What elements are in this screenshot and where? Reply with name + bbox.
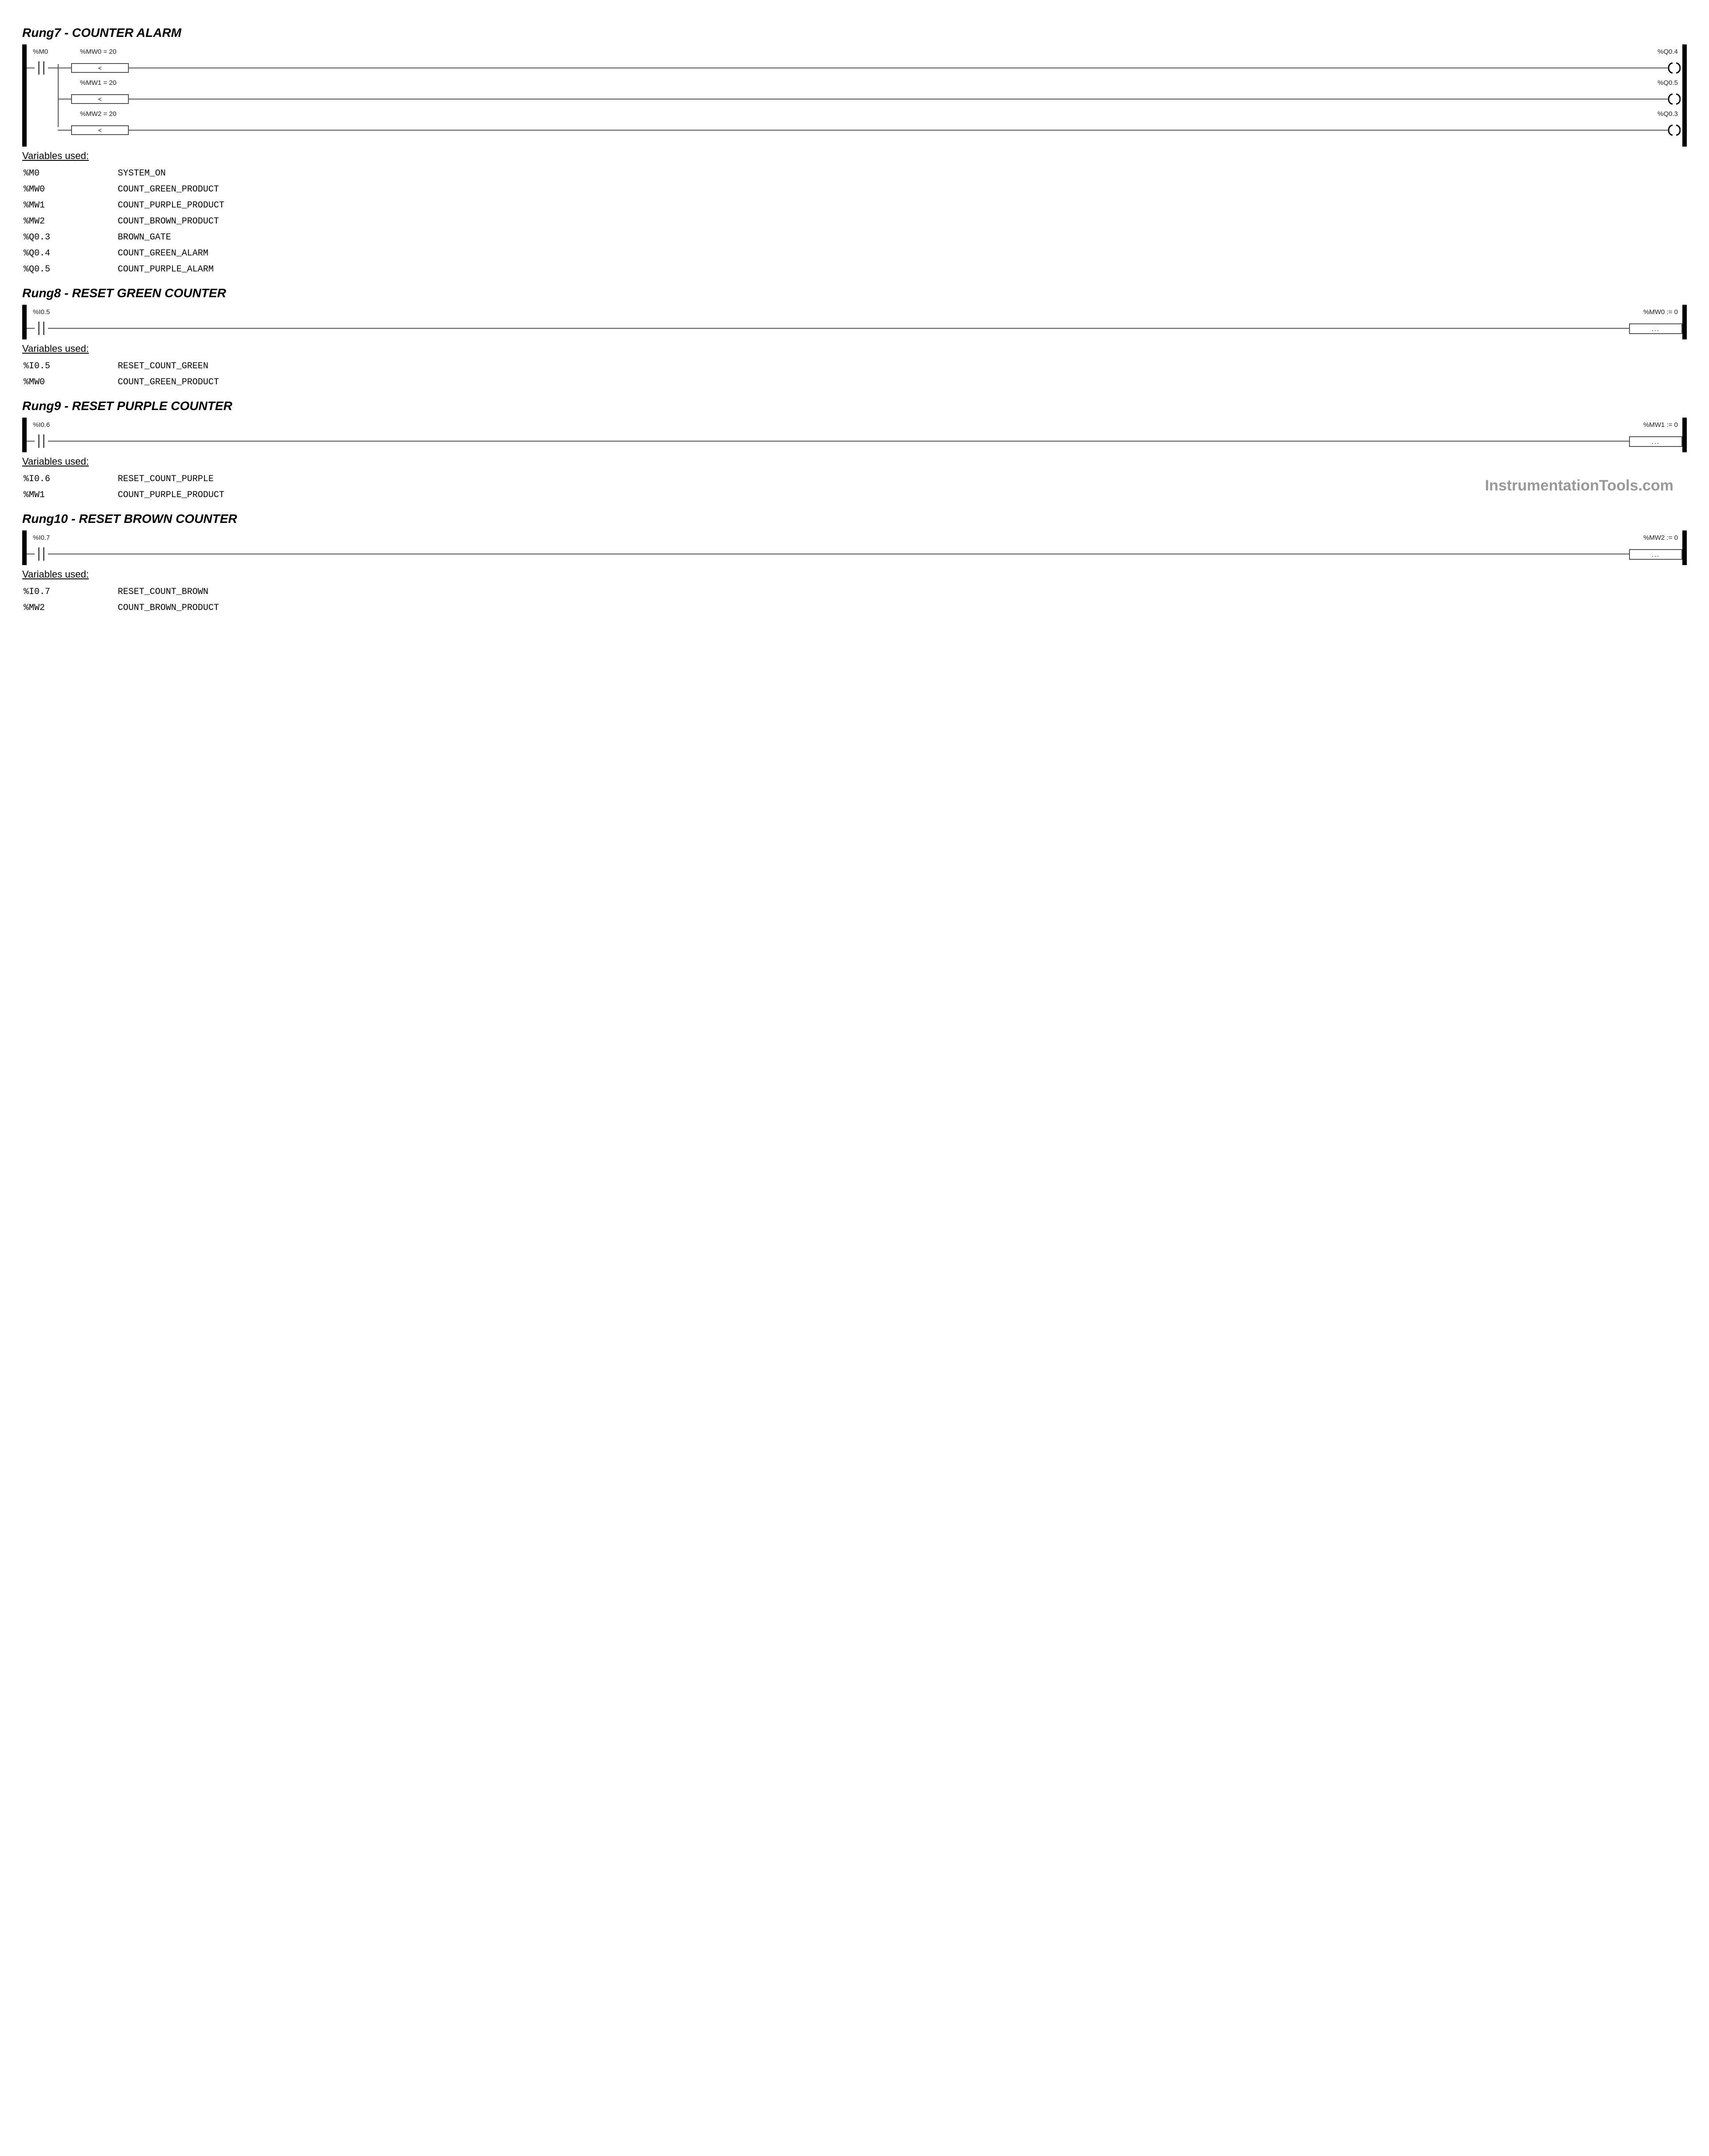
vars-title: Variables used:	[22, 569, 1687, 580]
var-row: %Q0.4COUNT_GREEN_ALARM	[23, 246, 225, 261]
out1-label: %Q0.4	[1657, 48, 1678, 56]
var-row: %MW1COUNT_PURPLE_PRODUCT	[23, 488, 225, 503]
out2-label: %Q0.5	[1657, 79, 1678, 87]
out3-label: %Q0.3	[1657, 110, 1678, 118]
var-row: %Q0.5COUNT_PURPLE_ALARM	[23, 262, 225, 277]
var-row: %M0SYSTEM_ON	[23, 166, 225, 181]
cond1-label: %MW0 = 20	[80, 48, 116, 56]
operate-block-icon: ...	[1629, 436, 1682, 447]
coil-icon	[1668, 124, 1681, 136]
vars-title: Variables used:	[22, 343, 1687, 355]
rung8-title: Rung8 - RESET GREEN COUNTER	[22, 286, 1687, 300]
rung7-row1: %M0 %MW0 = 20 %Q0.4 <	[27, 48, 1682, 79]
m0-label: %M0	[33, 48, 48, 56]
rung9-ladder: %I0.6 %MW1 := 0 ...	[22, 418, 1687, 452]
var-row: %I0.6RESET_COUNT_PURPLE	[23, 472, 225, 487]
rung7-title: Rung7 - COUNTER ALARM	[22, 26, 1687, 40]
rung10-row: %I0.7 %MW2 := 0 ...	[27, 534, 1682, 565]
compare-block-icon: <	[71, 94, 129, 104]
var-row: %I0.7RESET_COUNT_BROWN	[23, 585, 219, 600]
watermark-text: InstrumentationTools.com	[1485, 477, 1673, 494]
rung9-vars: %I0.6RESET_COUNT_PURPLE %MW1COUNT_PURPLE…	[22, 471, 226, 504]
rung9-row: %I0.6 %MW1 := 0 ...	[27, 421, 1682, 452]
rung7-ladder: %M0 %MW0 = 20 %Q0.4 < %MW1 = 20 %Q0.5 < …	[22, 44, 1687, 147]
var-row: %MW2COUNT_BROWN_PRODUCT	[23, 214, 225, 229]
var-row: %MW0COUNT_GREEN_PRODUCT	[23, 375, 219, 390]
contact-m0-icon	[35, 61, 48, 75]
coil-icon	[1668, 93, 1681, 105]
rung7-row2: %MW1 = 20 %Q0.5 <	[27, 79, 1682, 110]
coil-icon	[1668, 62, 1681, 74]
compare-block-icon: <	[71, 63, 129, 73]
cond2-label: %MW1 = 20	[80, 79, 116, 87]
rung9-title: Rung9 - RESET PURPLE COUNTER	[22, 399, 1687, 413]
var-row: %I0.5RESET_COUNT_GREEN	[23, 359, 219, 374]
out-label: %MW0 := 0	[1643, 308, 1678, 316]
compare-block-icon: <	[71, 125, 129, 135]
contact-icon	[35, 434, 48, 448]
operate-block-icon: ...	[1629, 549, 1682, 560]
in-label: %I0.6	[33, 421, 50, 429]
in-label: %I0.7	[33, 534, 50, 542]
var-row: %MW1COUNT_PURPLE_PRODUCT	[23, 198, 225, 213]
vars-title: Variables used:	[22, 456, 1687, 467]
vars-title: Variables used:	[22, 150, 1687, 162]
rung8-vars: %I0.5RESET_COUNT_GREEN %MW0COUNT_GREEN_P…	[22, 358, 220, 391]
rung7-vars: %M0SYSTEM_ON %MW0COUNT_GREEN_PRODUCT %MW…	[22, 165, 226, 278]
rung10-title: Rung10 - RESET BROWN COUNTER	[22, 512, 1687, 526]
rung7-row3: %MW2 = 20 %Q0.3 <	[27, 110, 1682, 141]
rung8-ladder: %I0.5 %MW0 := 0 ...	[22, 305, 1687, 339]
var-row: %MW2COUNT_BROWN_PRODUCT	[23, 601, 219, 616]
branch-link-icon	[58, 64, 59, 127]
in-label: %I0.5	[33, 308, 50, 316]
cond3-label: %MW2 = 20	[80, 110, 116, 118]
rung10-ladder: %I0.7 %MW2 := 0 ...	[22, 530, 1687, 565]
var-row: %MW0COUNT_GREEN_PRODUCT	[23, 182, 225, 197]
rung10-vars: %I0.7RESET_COUNT_BROWN %MW2COUNT_BROWN_P…	[22, 584, 220, 617]
contact-icon	[35, 322, 48, 335]
out-label: %MW2 := 0	[1643, 534, 1678, 542]
rung8-row: %I0.5 %MW0 := 0 ...	[27, 308, 1682, 339]
operate-block-icon: ...	[1629, 323, 1682, 334]
out-label: %MW1 := 0	[1643, 421, 1678, 429]
var-row: %Q0.3BROWN_GATE	[23, 230, 225, 245]
contact-icon	[35, 547, 48, 561]
